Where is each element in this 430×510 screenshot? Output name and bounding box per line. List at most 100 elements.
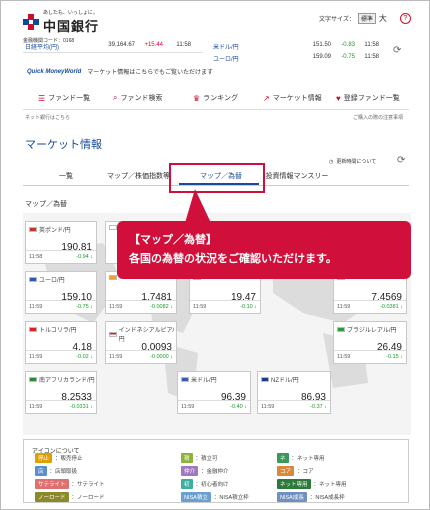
search-icon: ⌕ [113,93,118,102]
ticker-row-eur[interactable]: ユーロ/円 159.09 -0.75 11:58 [213,54,381,63]
down-arrow-icon: ↓ [400,354,403,360]
legend-text: ：サテライト [71,482,105,488]
legend-badge: サテライト [35,479,69,489]
bank-logo-icon [23,14,39,30]
legend-text: ：金融仲介 [201,469,229,475]
eu-flag-icon [29,277,37,282]
legend-badge: 停止 [35,453,53,463]
legend-badge: NISA積立 [181,492,211,502]
turkey-flag-icon [29,327,37,332]
refresh-map-icon[interactable]: ⟳ [397,155,405,166]
tab-monthly[interactable]: 投資情報マンスリー [257,171,337,181]
down-arrow-icon: ↓ [170,304,173,310]
legend-item: 仲介 ：金融仲介 [181,466,229,476]
callout-title: 【マップ／為替】 [129,234,217,246]
nav-fund-list[interactable]: ☰ ファンド一覧 [38,93,90,103]
indonesia-flag-icon [109,331,117,337]
bank-logo[interactable]: あしたも、いっしょに。 中国銀行 金融機関コード：0168 [23,9,99,44]
nav-registered-funds[interactable]: ♥ 登録ファンド一覧 [336,93,400,103]
font-standard-button[interactable]: 標準 [357,13,376,24]
legend-item: NISA積立 ：NISA積立枠 [181,492,249,502]
down-arrow-icon: ↓ [90,404,93,410]
legend-badge: ネット専用 [277,479,311,489]
help-icon[interactable]: ? [399,13,411,24]
down-arrow-icon: ↓ [324,404,327,410]
fx-card-zar[interactable]: 南アフリカランド/円 8.2533 11:59 -0.0331 ↓ [25,371,97,414]
india-flag-icon [109,275,117,280]
legend-item: ネット専用 ：ネット専用 [277,479,347,489]
quick-money-world-link[interactable]: Quick MoneyWorld マーケット情報はこちらでもご覧いただけます [27,67,213,77]
nz-flag-icon [261,377,269,382]
legend-item: ノーロード ：ノーロード [35,492,105,502]
callout-body: 各国の為替の状況をご確認いただけます。 [129,253,337,265]
legend-badge: 店 [35,466,47,476]
fx-card-try[interactable]: トルコリラ/円 4.18 11:59 -0.02 ↓ [25,321,97,364]
legend-text: ：ネット専用 [313,482,347,488]
section-title: マップ／為替 [25,201,67,208]
nav-divider [23,109,409,110]
tagline: あしたも、いっしょに。 [43,10,98,16]
flag-icon [109,225,117,230]
legend-text: ：ネット専用 [291,456,325,462]
us-flag-icon [181,377,189,382]
legend-badge: 積 [181,453,193,463]
clock-icon: ◷ [329,158,334,165]
legend-text: ：積立可 [195,456,218,462]
legend-item: コア ：コア [277,466,314,476]
ticker-row-nikkei[interactable]: 日経平均(円) 39,164.67 +15.44 11:58 [25,42,195,51]
fx-card-gbp[interactable]: 英ポンド/円 190.81 11:58 -0.94 ↓ [25,221,97,264]
ticker-divider [23,52,203,53]
legend-text: ：ノーロード [71,495,105,501]
legend-badge: ネ [277,453,289,463]
fx-card-nzd[interactable]: NZドル/円 86.93 11:59 -0.37 ↓ [257,371,331,414]
tab-overview[interactable]: 一覧 [41,171,91,181]
ticker-row-usd[interactable]: 米ドル/円 151.50 -0.83 11:58 [213,42,381,51]
legend-text: ：初心者向け [195,482,229,488]
legend-text: ：店頭取扱 [49,469,78,475]
heart-icon: ♥ [336,93,341,103]
nav-ranking[interactable]: ♛ ランキング [193,93,238,103]
fx-card-idr[interactable]: インドネシアルピア/円 0.0093 11:59 -0.0000 ↓ [105,321,177,364]
update-note-link[interactable]: ◷ 更新時間について [329,158,376,166]
nav-fund-search[interactable]: ⌕ ファンド検索 [113,93,162,103]
page: あしたも、いっしょに。 中国銀行 金融機関コード：0168 文字サイズ： 標準 … [0,0,430,510]
down-arrow-icon: ↓ [170,354,173,360]
down-arrow-icon: ↓ [90,354,93,360]
fx-card-eur[interactable]: ユーロ/円 159.10 11:59 -0.75 ↓ [25,271,97,314]
legend-text: ：NISA成長枠 [309,495,345,501]
bank-name: 中国銀行 [43,19,100,34]
legend-badge: ノーロード [35,492,69,502]
net-bank-link[interactable]: ネット銀行はこちら [25,114,70,121]
purchase-notes-link[interactable]: ご購入の際の注意事項 [353,114,403,121]
legend-badge: 仲介 [181,466,199,476]
legend-item: 初：初心者向け [181,479,229,489]
legend-item: NISA成長 ：NISA成長枠 [277,492,345,502]
down-arrow-icon: ↓ [400,304,403,310]
refresh-icon[interactable]: ⟳ [393,45,401,56]
legend-text: ：NISA積立枠 [213,495,249,501]
legend-item: 停止 ：販売停止 [35,453,83,463]
legend-item: サテライト ：サテライト [35,479,105,489]
fx-card-usd[interactable]: 米ドル/円 96.39 11:59 -0.40 ↓ [177,371,251,414]
legend-badge: 初 [181,479,193,489]
callout-box: 【マップ／為替】 各国の為替の状況をご確認いただけます。 [117,221,411,279]
down-arrow-icon: ↓ [90,254,93,260]
uk-flag-icon [29,227,37,232]
legend-text: ：コア [297,469,314,475]
list-icon: ☰ [38,93,46,103]
legend-item: 店：店頭取扱 [35,466,77,476]
legend-badge: NISA成長 [277,492,307,502]
font-size-label: 文字サイズ： [319,17,355,23]
crown-icon: ♛ [193,93,201,103]
down-arrow-icon: ↓ [244,404,247,410]
legend-item: ネ：ネット専用 [277,453,325,463]
south-africa-flag-icon [29,377,37,382]
fx-card-brl[interactable]: ブラジルレアル/円 26.49 11:59 -0.15 ↓ [333,321,407,364]
down-arrow-icon: ↓ [254,304,257,310]
legend-badge: コア [277,466,295,476]
tab-map-index[interactable]: マップ／株価指数等 [101,171,176,181]
nav-market-info[interactable]: ↗ マーケット情報 [263,93,322,103]
font-large-button[interactable]: 大 [379,13,387,24]
chart-icon: ↗ [263,93,270,103]
legend-text: ：販売停止 [55,456,83,462]
